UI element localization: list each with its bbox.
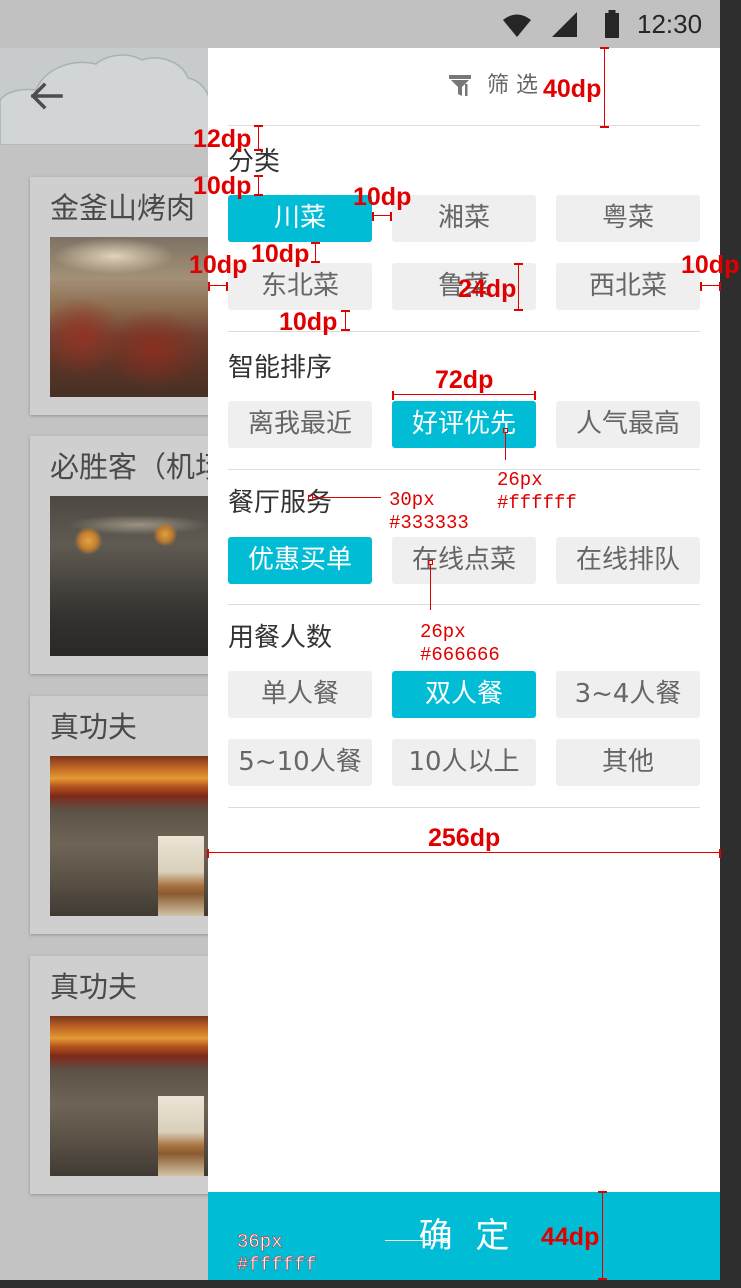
divider xyxy=(228,469,700,470)
battery-icon xyxy=(605,10,619,38)
sort-option[interactable]: 离我最近 xyxy=(228,401,372,448)
arrow-left-icon[interactable] xyxy=(29,80,63,112)
filter-drawer: 筛 选 分类 川菜 湘菜 粤菜 东北菜 鲁菜 西北菜 智能排序 离我最近 好评优… xyxy=(208,48,720,1280)
service-options: 优惠买单 在线点菜 在线排队 xyxy=(228,537,700,584)
category-option[interactable]: 东北菜 xyxy=(228,263,372,310)
section-label-party-size: 用餐人数 xyxy=(228,623,333,653)
category-option[interactable]: 湘菜 xyxy=(392,195,536,242)
party-size-option[interactable]: 单人餐 xyxy=(228,671,372,718)
category-option[interactable]: 西北菜 xyxy=(556,263,700,310)
divider xyxy=(228,125,700,126)
party-size-option[interactable]: 3~4人餐 xyxy=(556,671,700,718)
restaurant-photo xyxy=(50,756,210,916)
section-label-service: 餐厅服务 xyxy=(228,488,333,518)
service-option[interactable]: 在线排队 xyxy=(556,537,700,584)
party-size-options: 单人餐 双人餐 3~4人餐 5~10人餐 10人以上 其他 xyxy=(228,671,700,786)
service-option[interactable]: 在线点菜 xyxy=(392,537,536,584)
status-time: 12:30 xyxy=(637,9,703,39)
confirm-button[interactable]: 确 定 xyxy=(208,1192,720,1280)
section-label-sort: 智能排序 xyxy=(228,353,333,383)
sort-options: 离我最近 好评优先 人气最高 xyxy=(228,401,700,448)
cell-signal-icon xyxy=(552,12,577,37)
divider xyxy=(228,331,700,332)
restaurant-photo xyxy=(50,1016,210,1176)
status-bar: 12:30 xyxy=(0,0,720,48)
wifi-icon xyxy=(503,14,531,37)
category-options: 川菜 湘菜 粤菜 东北菜 鲁菜 西北菜 xyxy=(228,195,700,310)
sort-option[interactable]: 人气最高 xyxy=(556,401,700,448)
divider xyxy=(228,807,700,808)
category-option[interactable]: 粤菜 xyxy=(556,195,700,242)
restaurant-photo xyxy=(50,496,210,656)
section-label-category: 分类 xyxy=(228,147,281,177)
divider xyxy=(228,604,700,605)
confirm-button-label: 确 定 xyxy=(418,1216,516,1256)
party-size-option[interactable]: 10人以上 xyxy=(392,739,536,786)
restaurant-name: 真功夫 xyxy=(50,970,138,1004)
phone-screen: 12:30 金釜山烤肉 必胜客（机场 真功夫 真功夫 筛 选 分类 川菜 湘菜 … xyxy=(0,0,720,1280)
service-option[interactable]: 优惠买单 xyxy=(228,537,372,584)
party-size-option[interactable]: 5~10人餐 xyxy=(228,739,372,786)
drawer-title: 筛 选 xyxy=(487,73,538,98)
restaurant-name: 必胜客（机场 xyxy=(50,450,225,484)
filter-icon xyxy=(449,75,471,96)
restaurant-name: 真功夫 xyxy=(50,710,138,744)
party-size-option[interactable]: 其他 xyxy=(556,739,700,786)
party-size-option[interactable]: 双人餐 xyxy=(392,671,536,718)
restaurant-photo xyxy=(50,237,210,397)
sort-option[interactable]: 好评优先 xyxy=(392,401,536,448)
category-option[interactable]: 川菜 xyxy=(228,195,372,242)
category-option[interactable]: 鲁菜 xyxy=(392,263,536,310)
restaurant-name: 金釜山烤肉 xyxy=(50,191,196,225)
